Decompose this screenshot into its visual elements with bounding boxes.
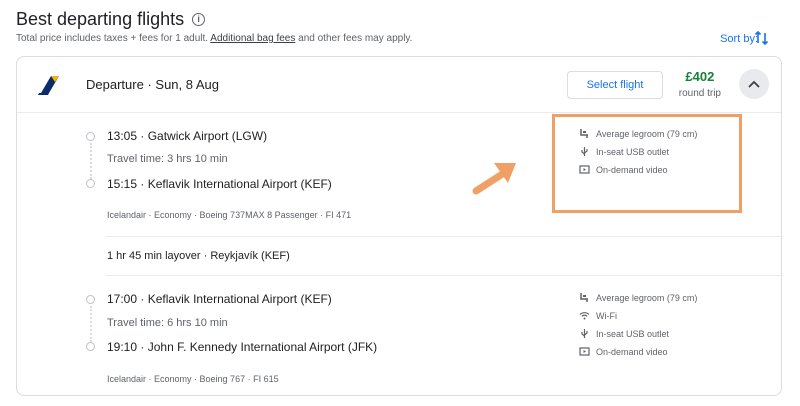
disclaimer-text: Total price includes taxes + fees for 1 …	[16, 33, 211, 44]
annotation-arrow-icon	[472, 163, 516, 195]
segment-2-departure: 17:00 · Keflavik International Airport (…	[107, 292, 332, 306]
price-note: round trip	[678, 88, 721, 99]
price-value: £402	[685, 69, 715, 84]
flight-card: Departure · Sun, 8 Aug Select flight £40…	[16, 56, 783, 396]
chevron-up-icon	[748, 80, 760, 88]
arr-time: 15:15	[107, 177, 138, 191]
separator: ·	[140, 177, 145, 191]
dep-airport: Keflavik International Airport (KEF)	[147, 292, 332, 306]
dep-time: 17:00	[107, 292, 138, 306]
departure-date: Sun, 8 Aug	[155, 77, 220, 92]
layover-info: 1 hr 45 min layover · Reykjavík (KEF)	[107, 250, 290, 262]
collapse-button[interactable]	[739, 69, 769, 99]
section-title-text: Best departing flights	[16, 9, 185, 29]
amenity-label: Average legroom (79 cm)	[596, 292, 698, 303]
segment-1-departure: 13:05 · Gatwick Airport (LGW)	[107, 129, 267, 143]
segment-2-arrival: 19:10 · John F. Kennedy International Ai…	[107, 340, 377, 354]
bag-fees-link[interactable]: Additional bag fees	[210, 33, 295, 44]
disclaimer-text-end: and other fees may apply.	[295, 33, 413, 44]
video-icon	[579, 347, 590, 356]
route-line	[90, 306, 92, 342]
departure-heading: Departure · Sun, 8 Aug	[86, 77, 219, 92]
dep-airport: Gatwick Airport (LGW)	[147, 129, 268, 143]
usb-icon	[581, 329, 588, 338]
price-disclaimer: Total price includes taxes + fees for 1 …	[16, 33, 412, 44]
separator: ·	[140, 129, 145, 143]
arrival-dot	[86, 179, 95, 188]
flight-card-header[interactable]: Departure · Sun, 8 Aug Select flight £40…	[17, 57, 781, 113]
section-title: Best departing flights i	[16, 9, 206, 30]
segment-1-travel-time: Travel time: 3 hrs 10 min	[107, 153, 228, 165]
segment-1-arrival: 15:15 · Keflavik International Airport (…	[107, 177, 332, 191]
sort-by-label[interactable]: Sort by:	[720, 33, 758, 45]
seat-icon	[580, 293, 588, 302]
arrival-dot	[86, 342, 95, 351]
separator: ·	[140, 340, 145, 354]
amenity-legroom: Average legroom (79 cm)	[579, 292, 697, 303]
amenity-usb: In-seat USB outlet	[579, 328, 669, 339]
segment-2-details: Icelandair · Economy · Boeing 767 · FI 6…	[107, 374, 279, 384]
divider	[106, 236, 783, 237]
separator: ·	[147, 77, 152, 92]
segment-1-details: Icelandair · Economy · Boeing 737MAX 8 P…	[107, 210, 352, 220]
departure-dot	[86, 132, 95, 141]
select-flight-button[interactable]: Select flight	[567, 71, 663, 99]
amenity-video: On-demand video	[579, 346, 668, 357]
wifi-icon	[579, 312, 590, 320]
segment-2-travel-time: Travel time: 6 hrs 10 min	[107, 317, 228, 329]
departure-label: Departure	[86, 77, 144, 92]
price-block: £402 round trip	[679, 69, 721, 99]
route-line	[90, 143, 92, 179]
dep-time: 13:05	[107, 129, 138, 143]
departure-dot	[86, 295, 95, 304]
sort-icon[interactable]	[754, 29, 770, 47]
amenity-wifi: Wi-Fi	[579, 310, 617, 321]
divider	[106, 275, 783, 276]
icelandair-logo	[38, 76, 59, 95]
separator: ·	[140, 292, 145, 306]
info-icon[interactable]: i	[192, 13, 206, 26]
arr-airport: John F. Kennedy International Airport (J…	[147, 340, 378, 354]
amenity-label: Wi-Fi	[596, 310, 617, 321]
amenities-highlight-box	[552, 114, 742, 213]
arr-airport: Keflavik International Airport (KEF)	[147, 177, 332, 191]
amenity-label: On-demand video	[596, 346, 668, 357]
arr-time: 19:10	[107, 340, 138, 354]
amenity-label: In-seat USB outlet	[596, 328, 670, 339]
